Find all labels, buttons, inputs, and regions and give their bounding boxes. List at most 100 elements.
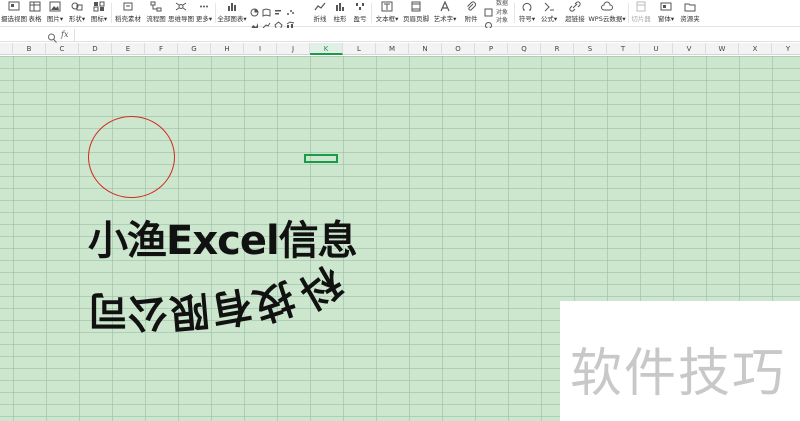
form-icon	[660, 1, 672, 12]
ribbon-hyperlink[interactable]: 超链接	[564, 0, 586, 27]
object-icon[interactable]	[484, 15, 493, 29]
column-header-y[interactable]: Y	[772, 43, 800, 55]
symbol-icon	[521, 1, 533, 12]
ribbon-column[interactable]: 柱形	[332, 0, 348, 27]
ribbon-label: 艺术字▾	[433, 15, 457, 23]
area-chart-icon[interactable]	[250, 15, 259, 29]
ribbon-separator	[111, 3, 112, 23]
line-chart-icon	[314, 1, 326, 12]
ribbon-symbol[interactable]: 符号▾	[517, 0, 537, 27]
wordart-char-xian[interactable]: 限	[168, 284, 213, 345]
ribbon-label: 摄选视图	[1, 15, 27, 23]
pie-chart-icon[interactable]	[250, 2, 259, 17]
ribbon-all-charts[interactable]: 全部图表▾	[217, 0, 247, 27]
resource-icon	[684, 1, 696, 12]
ribbon-screenshot-view[interactable]: 摄选视图	[1, 0, 27, 27]
column-header-p[interactable]: P	[475, 43, 508, 55]
column-header-f[interactable]: F	[145, 43, 178, 55]
wordart-char-si[interactable]: 司	[88, 285, 128, 343]
column-header-e[interactable]: E	[112, 43, 145, 55]
ribbon-label: 流程图	[146, 15, 166, 23]
ribbon-wps-cloud-data[interactable]: WPS云数据▾	[588, 0, 626, 27]
column-header-t[interactable]: T	[607, 43, 640, 55]
data-object-icon[interactable]	[484, 2, 493, 17]
ribbon-header-footer[interactable]: 页眉页脚	[402, 0, 430, 27]
ribbon-form[interactable]: 窗体▾	[656, 0, 676, 27]
object-label[interactable]: 对象	[496, 15, 508, 24]
column-header-m[interactable]: M	[376, 43, 409, 55]
winloss-icon	[354, 1, 366, 12]
circle-shape[interactable]	[88, 116, 175, 198]
selected-cell[interactable]	[304, 154, 338, 163]
ribbon-formula[interactable]: 公式▾	[539, 0, 559, 27]
column-header-o[interactable]: O	[442, 43, 475, 55]
ribbon-label: 符号▾	[518, 15, 536, 23]
column-header-k[interactable]: K	[310, 43, 343, 55]
radar-chart-icon[interactable]	[274, 15, 283, 30]
column-header-c[interactable]: C	[46, 43, 79, 55]
combo-chart-icon[interactable]	[286, 15, 295, 29]
ribbon-label: 表格	[28, 15, 42, 23]
fx-icon[interactable]: fx	[61, 28, 68, 42]
ribbon-separator	[371, 3, 372, 23]
wordart-char-gong[interactable]: 公	[127, 286, 169, 345]
attachment-icon	[465, 1, 477, 12]
column-header-r[interactable]: R	[541, 43, 574, 55]
ribbon-label: 盈亏	[353, 15, 367, 23]
column-header-q[interactable]: Q	[508, 43, 541, 55]
material-icon	[122, 1, 134, 12]
ribbon-winloss[interactable]: 盈亏	[352, 0, 368, 27]
column-header-partial	[0, 43, 13, 55]
bar-chart-icon[interactable]	[274, 2, 283, 15]
column-header-w[interactable]: W	[706, 43, 739, 55]
formula-input[interactable]	[74, 29, 800, 41]
column-header-l[interactable]: L	[343, 43, 376, 55]
ribbon-label: 附件	[464, 15, 478, 23]
ribbon-picture[interactable]: 图片▾	[46, 0, 64, 27]
column-header-s[interactable]: S	[574, 43, 607, 55]
column-header-j[interactable]: J	[277, 43, 310, 55]
ribbon-icons[interactable]: 图标▾	[89, 0, 109, 27]
ribbon-mindmap[interactable]: 思维导图	[168, 0, 194, 27]
column-header-b[interactable]: B	[13, 43, 46, 55]
ribbon-shapes[interactable]: 形状▾	[67, 0, 87, 27]
ribbon-slicer[interactable]: 切片器	[631, 0, 651, 27]
column-header-u[interactable]: U	[640, 43, 673, 55]
data-object-label[interactable]: 数据对象	[496, 0, 512, 16]
ribbon-line[interactable]: 折线	[312, 0, 328, 27]
column-header-n[interactable]: N	[409, 43, 442, 55]
ribbon-separator	[628, 3, 629, 23]
screenshot-icon	[8, 1, 20, 12]
ribbon-separator	[215, 3, 216, 23]
scatter-chart-icon[interactable]	[286, 2, 295, 15]
ribbon-separator	[514, 3, 515, 23]
name-box[interactable]	[0, 29, 36, 41]
ribbon-toolbar: 摄选视图 表格 图片▾ 形状▾ 图标▾ 稻壳素材 流程图 思维导图 更多▾ 全部…	[0, 0, 800, 30]
column-header-i[interactable]: I	[244, 43, 277, 55]
ribbon-wordart[interactable]: 艺术字▾	[432, 0, 458, 27]
mindmap-icon	[175, 1, 187, 12]
column-header-x[interactable]: X	[739, 43, 772, 55]
ribbon-table[interactable]: 表格	[28, 0, 42, 27]
column-header-d[interactable]: D	[79, 43, 112, 55]
ribbon-textbox[interactable]: 文本框▾	[374, 0, 400, 27]
column-header-v[interactable]: V	[673, 43, 706, 55]
zoom-icon[interactable]	[47, 29, 58, 43]
ribbon-label: 窗体▾	[657, 15, 675, 23]
cloud-data-icon	[601, 1, 613, 12]
column-header-g[interactable]: G	[178, 43, 211, 55]
ribbon-label: 公式▾	[540, 15, 558, 23]
wordart-icon	[439, 1, 451, 12]
stock-chart-icon[interactable]	[262, 15, 271, 29]
slicer-icon	[635, 1, 647, 12]
ribbon-more[interactable]: 更多▾	[195, 0, 213, 27]
ribbon-flowchart[interactable]: 流程图	[145, 0, 167, 27]
icons-icon	[93, 1, 105, 12]
ribbon-resource[interactable]: 资源夹	[679, 0, 701, 27]
formula-bar: fx	[0, 28, 800, 43]
wordart-line1[interactable]: 小渔Excel信息	[88, 208, 358, 266]
ribbon-attachment[interactable]: 附件	[462, 0, 480, 27]
column-header-h[interactable]: H	[211, 43, 244, 55]
map-chart-icon[interactable]	[262, 2, 271, 17]
ribbon-material[interactable]: 稻壳素材	[114, 0, 142, 27]
